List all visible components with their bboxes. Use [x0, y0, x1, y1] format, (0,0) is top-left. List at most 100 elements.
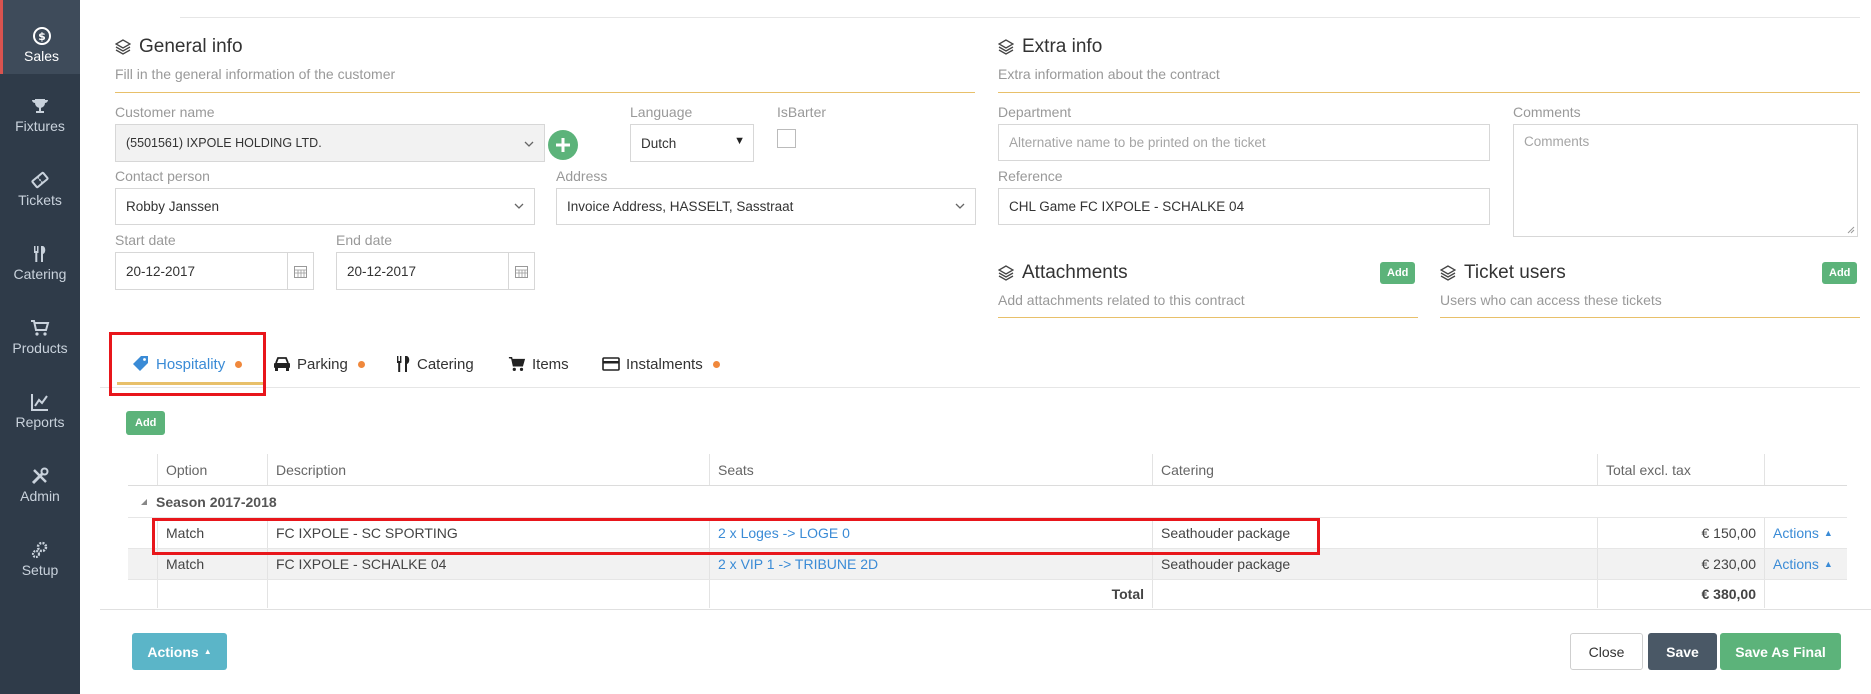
- language-select[interactable]: Dutch ▼: [630, 124, 754, 162]
- general-info-heading: General info: [115, 36, 243, 58]
- cart-icon: [508, 357, 526, 372]
- attachments-subtitle: Add attachments related to this contract: [998, 292, 1245, 308]
- tab-label: Instalments: [626, 355, 703, 373]
- add-row-button[interactable]: Add: [126, 411, 166, 435]
- reference-value: CHL Game FC IXPOLE - SCHALKE 04: [1009, 199, 1245, 214]
- sidebar-item-products[interactable]: Products: [0, 302, 80, 376]
- car-icon: [274, 357, 290, 371]
- save-as-final-button[interactable]: Save As Final: [1720, 633, 1841, 670]
- collapse-triangle-icon[interactable]: [140, 498, 148, 506]
- group-row[interactable]: Season 2017-2018: [128, 486, 1847, 518]
- address-label: Address: [556, 168, 608, 184]
- customer-name-value: (5501561) IXPOLE HOLDING LTD.: [126, 136, 322, 150]
- add-customer-button[interactable]: [548, 130, 578, 160]
- cell-total: € 230,00: [1598, 549, 1765, 579]
- sidebar-item-setup[interactable]: Setup: [0, 524, 80, 598]
- resize-handle-icon[interactable]: [1847, 226, 1855, 234]
- sidebar-item-admin[interactable]: Admin: [0, 450, 80, 524]
- top-divider: [180, 17, 1860, 18]
- contact-person-value: Robby Janssen: [126, 199, 220, 214]
- group-label: Season 2017-2018: [156, 493, 277, 510]
- tab-catering[interactable]: Catering: [395, 344, 474, 384]
- isbarter-label: IsBarter: [777, 104, 827, 120]
- sidebar-item-catering[interactable]: Catering: [0, 228, 80, 302]
- comments-textarea[interactable]: Comments: [1513, 124, 1858, 237]
- row-actions-dropdown[interactable]: Actions ▲: [1765, 549, 1847, 579]
- contact-person-label: Contact person: [115, 168, 210, 184]
- sidebar-item-label: Fixtures: [15, 118, 65, 134]
- ticket-users-title: Ticket users: [1464, 262, 1566, 283]
- header-cell-catering[interactable]: Catering: [1153, 454, 1598, 485]
- sidebar-item-reports[interactable]: Reports: [0, 376, 80, 450]
- address-value: Invoice Address, HASSELT, Sasstraat: [567, 199, 794, 214]
- extra-info-heading: Extra info: [998, 36, 1102, 58]
- contact-person-select[interactable]: Robby Janssen: [115, 188, 535, 225]
- layers-icon: [1440, 265, 1456, 281]
- header-cell-option[interactable]: Option: [158, 454, 268, 485]
- chevron-down-icon: [955, 203, 965, 209]
- save-button[interactable]: Save: [1648, 633, 1717, 670]
- sidebar-item-fixtures[interactable]: Fixtures: [0, 80, 80, 154]
- cart-icon: [31, 320, 50, 336]
- address-select[interactable]: Invoice Address, HASSELT, Sasstraat: [556, 188, 976, 225]
- table-cell: [1765, 580, 1847, 608]
- header-cell-total[interactable]: Total excl. tax: [1598, 454, 1765, 485]
- end-date-input[interactable]: 20-12-2017: [336, 252, 535, 290]
- sidebar-item-tickets[interactable]: Tickets: [0, 154, 80, 228]
- tabs-divider: [100, 387, 1860, 388]
- department-input[interactable]: Alternative name to be printed on the ti…: [998, 124, 1490, 161]
- ticket-users-subtitle: Users who can access these tickets: [1440, 292, 1662, 308]
- calendar-icon: [515, 265, 528, 278]
- table-cell: [1153, 580, 1598, 608]
- comments-placeholder: Comments: [1524, 134, 1590, 149]
- status-dot: [357, 360, 365, 368]
- language-value: Dutch: [641, 135, 677, 151]
- sidebar-item-sales[interactable]: $ Sales: [0, 0, 80, 74]
- table-cell: [128, 580, 158, 608]
- general-info-divider: [115, 92, 975, 93]
- table-cell: [158, 580, 268, 608]
- isbarter-checkbox[interactable]: [777, 129, 796, 148]
- ticket-users-heading: Ticket users: [1440, 262, 1566, 284]
- add-ticket-user-button[interactable]: Add: [1822, 262, 1858, 284]
- end-date-value: 20-12-2017: [347, 263, 417, 279]
- sidebar-item-label: Catering: [13, 266, 67, 282]
- close-button[interactable]: Close: [1570, 633, 1643, 670]
- row-highlight-annotation: [152, 518, 1320, 555]
- footer-divider: [100, 609, 1871, 610]
- add-attachment-button[interactable]: Add: [1380, 262, 1416, 284]
- start-date-input[interactable]: 20-12-2017: [115, 252, 314, 290]
- credit-card-icon: [602, 357, 620, 371]
- comments-label: Comments: [1513, 104, 1581, 120]
- svg-text:$: $: [38, 30, 46, 43]
- sidebar-item-label: Admin: [20, 488, 60, 504]
- header-cell-seats[interactable]: Seats: [710, 454, 1153, 485]
- customer-name-select[interactable]: (5501561) IXPOLE HOLDING LTD.: [115, 124, 545, 162]
- header-cell-description[interactable]: Description: [268, 454, 710, 485]
- cutlery-icon: [397, 356, 410, 372]
- row-actions-label: Actions: [1773, 525, 1819, 541]
- sidebar: $ Sales Fixtures Tickets Catering Produc…: [0, 0, 80, 694]
- tab-instalments[interactable]: Instalments: [602, 344, 720, 384]
- department-label: Department: [998, 104, 1072, 120]
- tab-label: Parking: [297, 355, 348, 373]
- start-date-value: 20-12-2017: [126, 263, 196, 279]
- table-header: Option Description Seats Catering Total …: [128, 454, 1847, 486]
- footer-actions-button[interactable]: Actions ▲: [132, 633, 227, 670]
- chart-icon: [31, 394, 48, 411]
- tab-items[interactable]: Items: [508, 344, 569, 384]
- sidebar-item-label: Setup: [21, 562, 59, 578]
- plus-icon: [556, 138, 570, 152]
- layers-icon: [998, 265, 1014, 281]
- tab-parking[interactable]: Parking: [273, 344, 365, 384]
- chevron-down-icon: [524, 141, 534, 147]
- row-actions-dropdown[interactable]: Actions ▲: [1765, 518, 1847, 548]
- tab-highlight-annotation: [109, 332, 266, 396]
- layers-icon: [998, 39, 1014, 55]
- calendar-button[interactable]: [287, 253, 313, 289]
- row-actions-label: Actions: [1773, 556, 1819, 572]
- end-date-label: End date: [336, 232, 393, 248]
- footer-actions-label: Actions: [147, 643, 199, 660]
- reference-input[interactable]: CHL Game FC IXPOLE - SCHALKE 04: [998, 188, 1490, 225]
- calendar-button[interactable]: [508, 253, 534, 289]
